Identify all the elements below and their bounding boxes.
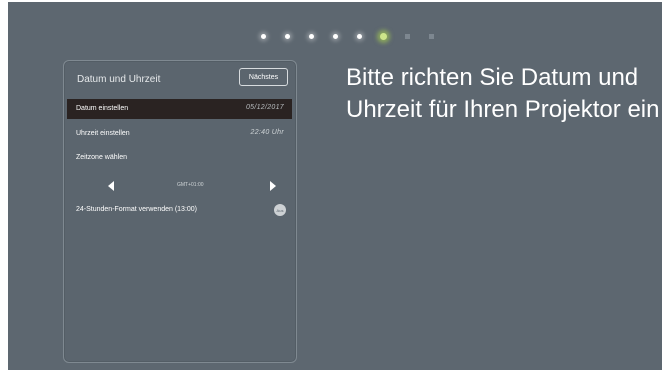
set-date-value: 05/12/2017 bbox=[245, 104, 284, 111]
select-timezone-row[interactable]: Zeitzone wählen bbox=[67, 148, 292, 168]
progress-dot-current bbox=[379, 32, 387, 40]
date-time-panel: Datum und Uhrzeit Nächstes Datum einstel… bbox=[63, 60, 297, 363]
progress-step bbox=[395, 29, 419, 43]
progress-step bbox=[299, 29, 323, 43]
set-time-label: Uhrzeit einstellen bbox=[76, 130, 130, 137]
set-date-label: Datum einstellen bbox=[76, 105, 129, 112]
progress-step bbox=[275, 29, 299, 43]
setup-progress-steps bbox=[251, 29, 443, 43]
setup-screen: Datum und Uhrzeit Nächstes Datum einstel… bbox=[8, 2, 662, 370]
progress-step bbox=[419, 29, 443, 43]
set-time-row[interactable]: Uhrzeit einstellen 22:40 Uhr bbox=[67, 124, 292, 144]
panel-title: Datum und Uhrzeit bbox=[77, 74, 161, 85]
select-timezone-label: Zeitzone wählen bbox=[76, 154, 127, 161]
progress-step bbox=[347, 29, 371, 43]
timezone-value: GMT+01:00 bbox=[177, 182, 204, 188]
progress-dot-done bbox=[332, 33, 338, 39]
toggle-state-text: Aus bbox=[276, 207, 284, 213]
timezone-selector: GMT+01:00 bbox=[77, 180, 277, 192]
24h-format-row[interactable]: 24-Stunden-Format verwenden (13:00) Aus bbox=[76, 204, 292, 218]
arrow-right-icon[interactable] bbox=[270, 181, 276, 191]
progress-dot-future bbox=[428, 33, 434, 39]
progress-step bbox=[251, 29, 275, 43]
set-time-value: 22:40 Uhr bbox=[250, 129, 284, 136]
progress-dot-future bbox=[404, 33, 410, 39]
progress-dot-done bbox=[260, 33, 266, 39]
page-title: Bitte richten Sie Datum und Uhrzeit für … bbox=[346, 64, 660, 123]
progress-dot-done bbox=[356, 33, 362, 39]
next-button[interactable]: Nächstes bbox=[239, 68, 288, 86]
set-date-row[interactable]: Datum einstellen 05/12/2017 bbox=[67, 99, 292, 119]
progress-dot-done bbox=[284, 33, 290, 39]
24h-format-toggle[interactable]: Aus bbox=[274, 204, 286, 216]
progress-step bbox=[371, 29, 395, 43]
24h-format-label: 24-Stunden-Format verwenden (13:00) bbox=[76, 206, 198, 213]
arrow-left-icon[interactable] bbox=[108, 181, 114, 191]
progress-step bbox=[323, 29, 347, 43]
progress-dot-done bbox=[308, 33, 314, 39]
